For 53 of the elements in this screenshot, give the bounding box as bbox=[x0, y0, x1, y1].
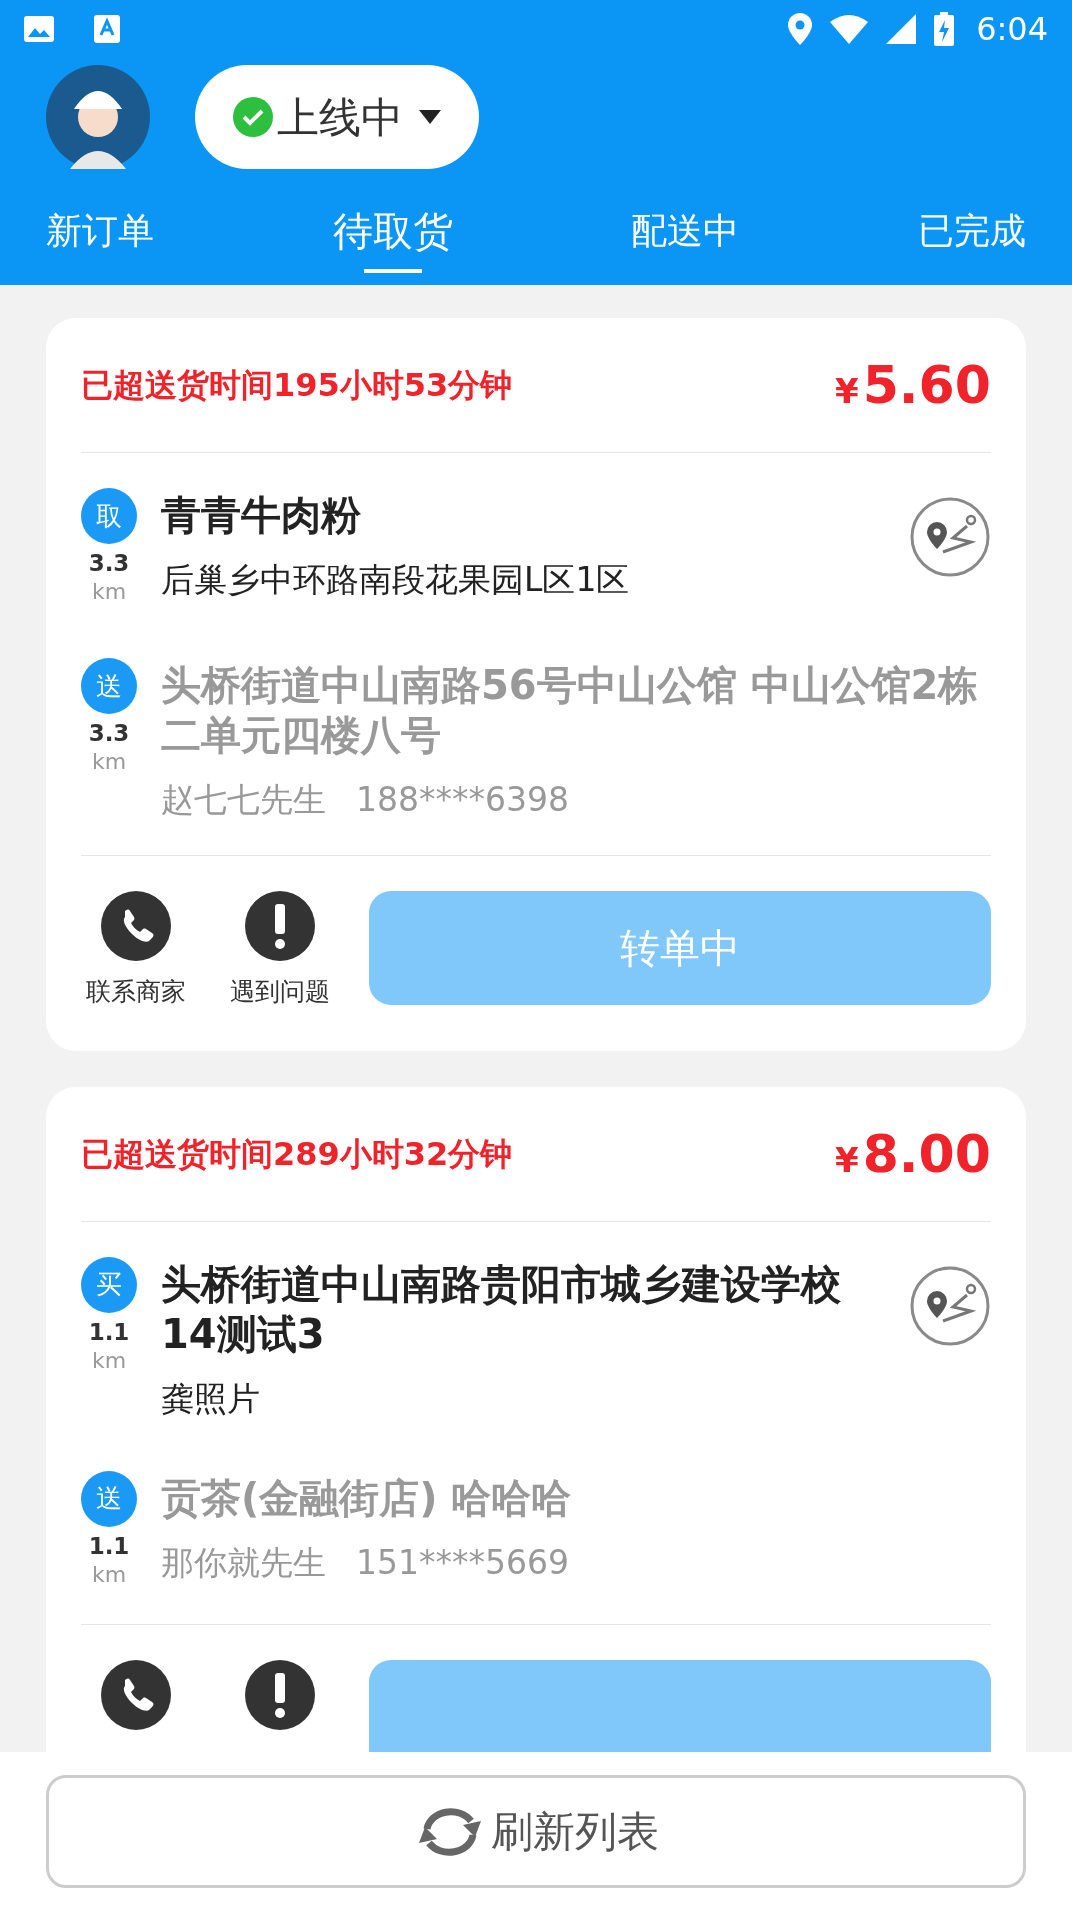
status-dropdown[interactable]: 上线中 bbox=[195, 65, 479, 169]
stop-badge: 买 bbox=[81, 1256, 137, 1313]
delivery-address: 头桥街道中山南路56号中山公馆 中山公馆2栋二单元四楼八号 bbox=[161, 661, 980, 760]
action-label[interactable]: 联系商家 bbox=[86, 973, 186, 1011]
distance-unit: km bbox=[91, 1560, 127, 1589]
location-icon bbox=[788, 12, 813, 45]
caret-icon bbox=[419, 110, 441, 124]
signal-icon bbox=[886, 13, 917, 44]
shop-name: 头桥街道中山南路贵阳市城乡建设学校14测试3 bbox=[161, 1259, 842, 1359]
tab[interactable]: 已完成 bbox=[917, 189, 1026, 273]
distance-value: 3.3 bbox=[88, 719, 130, 748]
refresh-list-button[interactable]: 刷新列表 bbox=[46, 1775, 1026, 1888]
contact-phone: 151****5669 bbox=[356, 1542, 569, 1583]
address-text: 后巢乡中环路南段花果园L区1区 bbox=[161, 560, 631, 600]
address-text: 龚照片 bbox=[161, 1378, 261, 1419]
overtime-text: 已超送货时间289小时32分钟 bbox=[81, 1133, 513, 1175]
wifi-icon bbox=[830, 13, 869, 44]
distance-unit: km bbox=[91, 578, 127, 606]
action-label[interactable]: 遇到问题 bbox=[230, 973, 330, 1011]
stop-badge: 送 bbox=[81, 658, 137, 714]
order-price: 8.00 bbox=[862, 1122, 991, 1186]
delivery-address: 贡茶(金融街店) 哈哈哈 bbox=[161, 1473, 573, 1523]
distance-unit: km bbox=[91, 1346, 127, 1375]
phone-icon[interactable] bbox=[101, 891, 171, 961]
battery-charging-icon bbox=[934, 11, 955, 46]
clock-time: 6:04 bbox=[976, 8, 1048, 50]
distance-value: 1.1 bbox=[88, 1531, 130, 1561]
image-icon bbox=[24, 15, 54, 42]
route-map-icon[interactable] bbox=[909, 1264, 991, 1347]
exclamation-icon[interactable] bbox=[245, 891, 315, 961]
contact-name: 赵七七先生 bbox=[161, 780, 326, 820]
distance-value: 3.3 bbox=[88, 549, 130, 578]
app-badge-icon bbox=[94, 14, 120, 43]
phone-icon[interactable] bbox=[101, 1659, 171, 1730]
currency-symbol: ¥ bbox=[835, 370, 859, 413]
avatar[interactable] bbox=[46, 65, 150, 169]
overtime-text: 已超送货时间195小时53分钟 bbox=[81, 365, 513, 406]
route-map-icon[interactable] bbox=[909, 496, 991, 578]
stop-badge: 送 bbox=[81, 1470, 137, 1527]
distance-value: 1.1 bbox=[88, 1317, 130, 1347]
tab[interactable]: 配送中 bbox=[631, 189, 740, 273]
contact-name: 那你就先生 bbox=[161, 1542, 326, 1583]
shop-name: 青青牛肉粉 bbox=[161, 491, 362, 540]
tab[interactable]: 新订单 bbox=[46, 189, 154, 273]
distance-unit: km bbox=[91, 748, 127, 776]
exclamation-icon[interactable] bbox=[245, 1659, 315, 1730]
contact-phone: 188****6398 bbox=[356, 780, 569, 820]
currency-symbol: ¥ bbox=[835, 1138, 859, 1182]
transfer-button[interactable]: 转单中 bbox=[369, 891, 991, 1005]
stop-badge: 取 bbox=[81, 488, 137, 544]
order-price: 5.60 bbox=[862, 354, 991, 417]
tab[interactable]: 待取货 bbox=[332, 189, 453, 273]
check-circle-icon bbox=[233, 97, 273, 137]
